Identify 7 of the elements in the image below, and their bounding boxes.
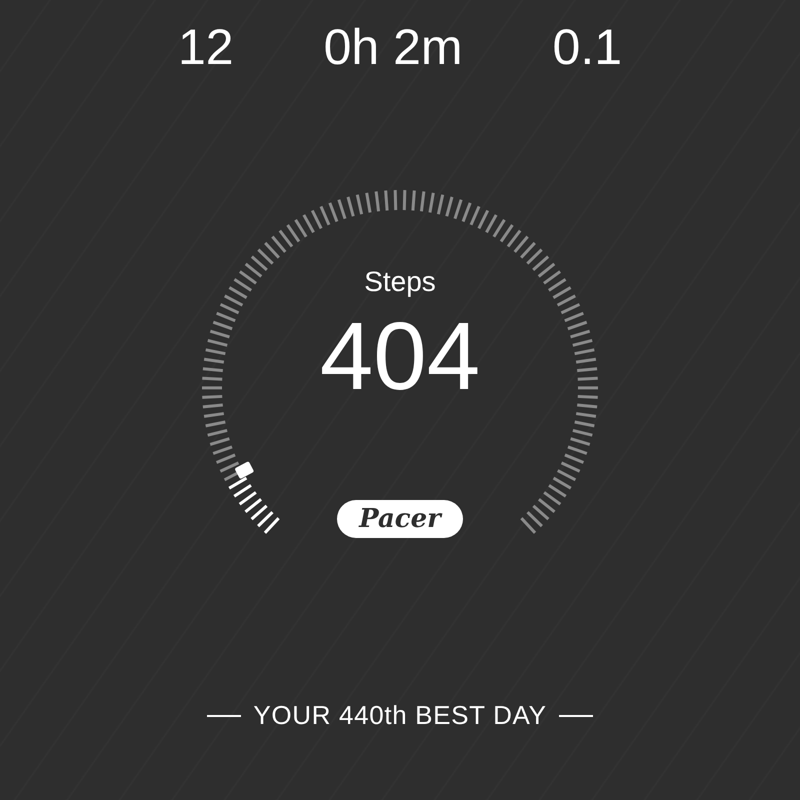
steps-label: Steps [364,265,436,299]
steps-value: 404 [320,309,480,405]
stat-value: 0h 2m [324,22,463,72]
pacer-logo: Pacer [337,500,463,538]
stat-value: 12 [178,22,234,72]
stat-value: 0.1 [552,22,622,72]
best-day-text: YOUR 440th BEST DAY [253,699,547,732]
